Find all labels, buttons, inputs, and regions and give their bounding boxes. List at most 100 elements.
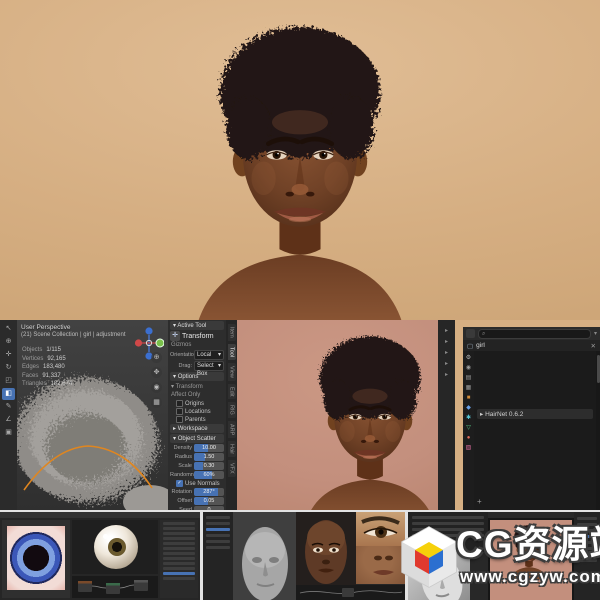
viewport-header-perspective: User Perspective	[21, 324, 71, 331]
output-tab-icon[interactable]: ▤	[466, 375, 472, 382]
checkbox-checked-icon[interactable]: ✓	[176, 480, 183, 487]
logo-site-url[interactable]: www.cgzyw.com	[460, 568, 600, 586]
locations-checkbox-row[interactable]: Locations	[168, 408, 226, 415]
close-icon[interactable]: ✕	[591, 342, 596, 350]
density-slider-row[interactable]: Density 10.00	[168, 444, 226, 452]
stat-row: Triangles 182,674	[22, 381, 73, 387]
tab-rig[interactable]: RIG	[227, 402, 236, 418]
origins-checkbox-row[interactable]: Origins	[168, 400, 226, 407]
orientation-dropdown[interactable]: Local ▾	[194, 350, 224, 360]
radius-slider-row[interactable]: Radius 1.50	[168, 453, 226, 461]
checkbox-label: Parents	[185, 416, 206, 423]
object-scatter-header[interactable]: ▾ Object Scatter	[170, 434, 224, 443]
move-tool-icon[interactable]: ✛	[2, 349, 15, 361]
offset-slider-row[interactable]: Offset 0.05	[168, 497, 226, 505]
parents-checkbox-row[interactable]: Parents	[168, 416, 226, 423]
object-tab-icon[interactable]: ■	[467, 395, 471, 402]
tab-tool[interactable]: Tool	[227, 343, 236, 360]
checkbox-label: Locations	[185, 408, 211, 415]
outliner-sliver: ▸ ▸ ▸ ▸ ▸	[438, 320, 455, 510]
pan-icon[interactable]: ✥	[151, 367, 162, 378]
stat-row: Vertices 92,165	[22, 355, 66, 362]
properties-panel: ⌕ ▾ ▢ girl ✕ ⚙ ◉ ▤ ▦ ■ ◆ ✱ ▽ ● ▨ ▸ HairN…	[463, 327, 600, 514]
mesh-icon: ▢	[467, 342, 474, 350]
watermark-logo: CG资源站 www.cgzyw.com	[398, 524, 600, 596]
tab-view[interactable]: View	[227, 362, 236, 381]
thumb1-properties	[160, 520, 198, 598]
tab-edit[interactable]: Edit	[227, 383, 236, 400]
transform-sub-header[interactable]: ▾ Transform	[168, 382, 226, 391]
node-editor-strip	[72, 576, 158, 598]
collection-item-girl[interactable]: ▢ girl ✕	[463, 340, 600, 351]
checkbox-icon[interactable]	[176, 400, 183, 407]
camera-view-icon[interactable]: ◉	[151, 382, 162, 393]
eyeball-render	[94, 525, 138, 569]
stat-row: Faces 91,337	[22, 372, 61, 379]
zoom-icon[interactable]: ⊕	[151, 352, 162, 363]
data-tab-icon[interactable]: ▽	[466, 425, 471, 432]
viewport-statistics: Objects 1/115 Vertices 92,165 Edges 183,480…	[22, 346, 72, 389]
add-icon[interactable]: +	[477, 497, 482, 506]
use-normals-checkbox-row[interactable]: ✓ Use Normals	[168, 480, 226, 487]
thumb-eye-textures[interactable]	[0, 512, 200, 600]
tab-item[interactable]: Item	[227, 324, 236, 341]
search-input[interactable]: ⌕	[478, 328, 591, 339]
scale-tool-icon[interactable]: ◰	[2, 375, 15, 387]
properties-header: ⌕ ▾	[463, 327, 600, 340]
properties-content: ▸ HairNet 0.6.2 +	[474, 351, 596, 510]
cube-logo-icon	[401, 526, 457, 588]
textured-head-model	[305, 520, 347, 584]
tab-arp[interactable]: ARP	[227, 420, 236, 439]
tool-tab-icon[interactable]: ⚙	[466, 355, 471, 362]
rotation-slider-row[interactable]: Rotation 287°	[168, 488, 226, 496]
cursor-tool-icon[interactable]: ⊕	[2, 336, 15, 348]
eyeball-viewport	[72, 520, 158, 574]
add-primitive-tool-icon[interactable]: ▣	[2, 427, 15, 439]
material-tab-icon[interactable]: ●	[467, 435, 471, 442]
annotate-tool-icon[interactable]: ✎	[2, 401, 15, 413]
tab-hair[interactable]: Hair	[227, 441, 236, 458]
modifier-tab-icon[interactable]: ◆	[466, 405, 471, 412]
hairnet-addon-header[interactable]: ▸ HairNet 0.6.2	[477, 409, 593, 419]
active-tool-header[interactable]: ▾ Active Tool	[170, 321, 224, 330]
thumb2-outliner	[203, 512, 233, 600]
filter-icon[interactable]: ▾	[594, 330, 597, 337]
hero-render	[0, 0, 600, 322]
iris-texture-pane	[2, 520, 70, 598]
options-header[interactable]: ▾ Options	[170, 372, 224, 381]
texture-tab-icon[interactable]: ▨	[466, 445, 472, 452]
randomness-slider-row[interactable]: Randomness 60%	[168, 471, 226, 479]
workspace-header[interactable]: ▸ Workspace	[170, 424, 224, 433]
checkbox-icon[interactable]	[176, 416, 183, 423]
clay-head-viewport	[233, 512, 296, 600]
transform-tool-icon[interactable]: ◧	[2, 388, 15, 400]
editor-type-icon[interactable]	[466, 329, 475, 338]
drag-label: Drag:	[178, 363, 192, 369]
stat-row: Edges 183,480	[22, 364, 65, 370]
tool-name: Transform	[182, 332, 214, 340]
grid-toggle-icon[interactable]: ▦	[151, 397, 162, 408]
checkbox-label: Origins	[185, 400, 205, 407]
active-tool-panel: ▾ Active Tool ✛ Transform Gizmos Orienta…	[168, 320, 226, 510]
transform-tool-icon: ✛	[170, 331, 180, 341]
chevron-down-icon: ▾	[217, 363, 221, 369]
search-icon: ⌕	[482, 330, 486, 337]
thumb-head-sculpt[interactable]	[203, 512, 405, 600]
particles-tab-icon[interactable]: ✱	[466, 415, 471, 422]
rotate-tool-icon[interactable]: ↻	[2, 362, 15, 374]
render-tab-icon[interactable]: ◉	[466, 365, 471, 372]
drag-dropdown[interactable]: Select Box ▾	[194, 361, 224, 377]
viewlayer-tab-icon[interactable]: ▦	[466, 385, 472, 392]
woman-bust-render	[150, 14, 450, 322]
scale-slider-row[interactable]: Scale 0.30	[168, 462, 226, 470]
viewport-nav-gadgets: ⊕ ✥ ◉ ▦	[151, 352, 162, 412]
affect-only-label: Affect Only	[171, 392, 201, 398]
viewport-3d[interactable]: ↖ ⊕ ✛ ↻ ◰ ◧ ✎ ∠ ▣ User Perspective (21) …	[0, 320, 168, 513]
select-tool-icon[interactable]: ↖	[2, 323, 15, 335]
scrollbar-thumb[interactable]	[596, 355, 600, 383]
thumb1-header	[0, 512, 200, 518]
checkbox-icon[interactable]	[176, 408, 183, 415]
tab-vfx[interactable]: VFX	[227, 460, 236, 477]
thumb2-node-strip	[296, 585, 405, 600]
measure-tool-icon[interactable]: ∠	[2, 414, 15, 426]
